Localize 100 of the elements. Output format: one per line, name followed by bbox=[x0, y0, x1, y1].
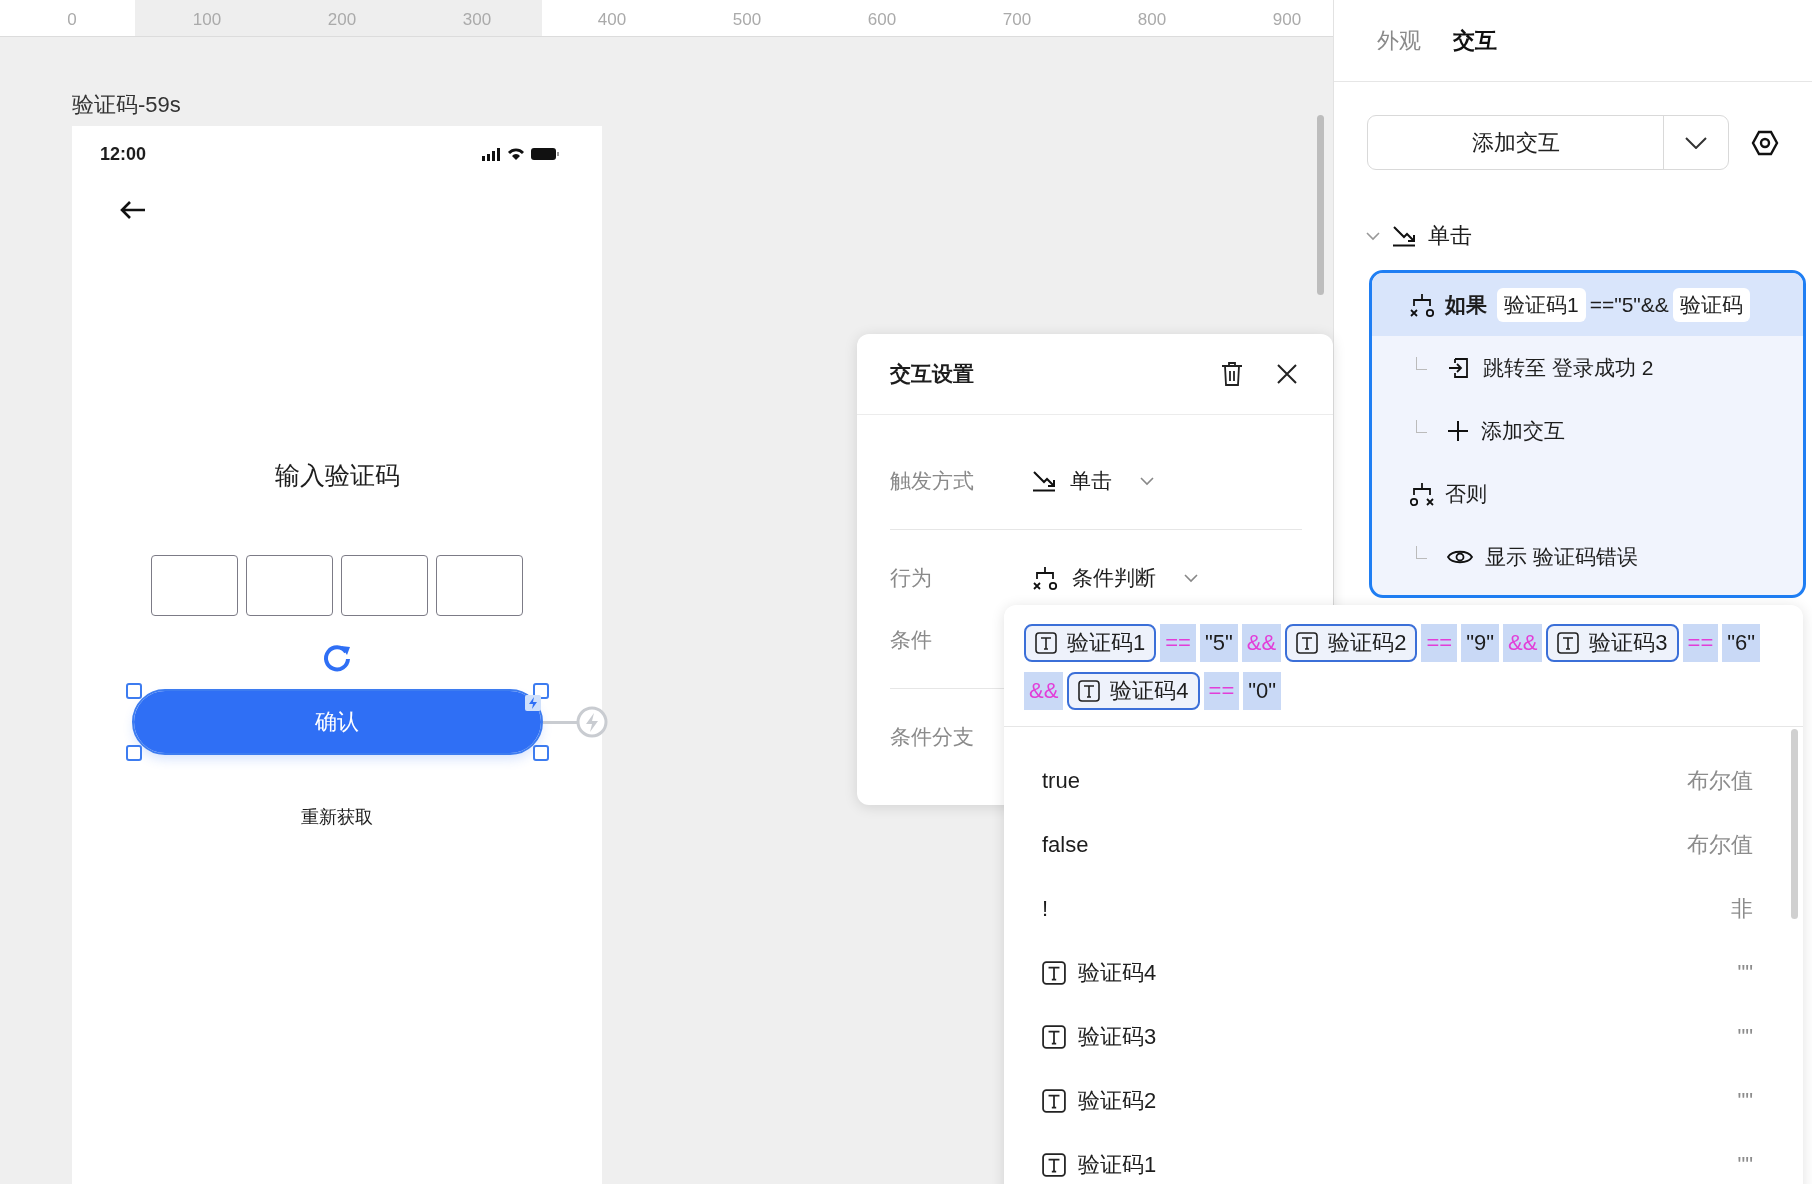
resend-link[interactable]: 重新获取 bbox=[301, 805, 373, 829]
text-field-icon bbox=[1296, 632, 1319, 654]
value-literal: "0" bbox=[1243, 672, 1282, 710]
action-label[interactable]: 添加交互 bbox=[1481, 416, 1565, 445]
text-field-icon bbox=[1035, 632, 1057, 654]
action-select[interactable]: 条件判断 bbox=[1030, 564, 1198, 592]
option-label[interactable]: 验证码2 bbox=[1078, 1086, 1726, 1116]
ruler-label: 0 bbox=[66, 10, 78, 30]
tree-connector-icon bbox=[1416, 546, 1427, 559]
option-type: 非 bbox=[1731, 895, 1753, 923]
text-field-icon bbox=[1042, 1025, 1066, 1049]
settings-icon[interactable] bbox=[1751, 128, 1779, 157]
caret-icon[interactable] bbox=[1366, 231, 1380, 241]
resize-handle[interactable] bbox=[125, 683, 142, 699]
code-input[interactable] bbox=[151, 555, 238, 616]
text-field-icon bbox=[1042, 961, 1066, 985]
field-label: 行为 bbox=[890, 565, 933, 591]
field-label: 条件分支 bbox=[890, 724, 975, 750]
operator: && bbox=[1024, 672, 1064, 710]
action-label[interactable]: 跳转至 登录成功 2 bbox=[1483, 353, 1654, 382]
ruler-label: 700 bbox=[1001, 10, 1033, 30]
tree-connector-icon bbox=[1416, 420, 1427, 433]
resize-handle[interactable] bbox=[125, 745, 142, 761]
trash-icon[interactable] bbox=[1221, 362, 1243, 386]
operator: && bbox=[1241, 624, 1282, 662]
dialog-title: 交互设置 bbox=[890, 361, 975, 387]
confirm-button[interactable]: 确认 bbox=[133, 691, 541, 753]
branch-icon bbox=[1032, 565, 1058, 591]
value-literal: "5" bbox=[1199, 624, 1238, 662]
option-label[interactable]: true bbox=[1042, 768, 1675, 794]
variable-chip: 验证码1 bbox=[1497, 287, 1586, 322]
tree-row[interactable]: 否则 bbox=[1372, 462, 1803, 525]
enter-icon bbox=[1447, 355, 1471, 380]
option-label[interactable]: 验证码3 bbox=[1078, 1022, 1726, 1052]
ruler-label: 900 bbox=[1271, 10, 1303, 30]
variable-chip[interactable]: 验证码4 bbox=[1067, 672, 1200, 710]
condition-text: =="5"&& bbox=[1589, 292, 1669, 317]
signal-icon bbox=[481, 147, 501, 161]
wifi-icon bbox=[507, 147, 525, 161]
battery-icon bbox=[531, 148, 560, 160]
ruler-label: 500 bbox=[731, 10, 763, 30]
expression-field[interactable]: 验证码1 == "5" && 验证码2 == "9" && 验证码3 == "6" && 验证码4 == "0" bbox=[1004, 605, 1803, 727]
option-label[interactable]: false bbox=[1042, 832, 1675, 858]
ruler-label: 600 bbox=[866, 10, 898, 30]
page-title: 输入验证码 bbox=[274, 460, 400, 491]
trigger-select[interactable]: 单击 bbox=[1030, 467, 1154, 495]
tree-connector-icon bbox=[1416, 357, 1427, 370]
caret-icon bbox=[1685, 136, 1707, 149]
ruler-label: 800 bbox=[1136, 10, 1168, 30]
text-field-icon bbox=[1557, 632, 1580, 654]
operator: == bbox=[1682, 624, 1719, 662]
trigger-label[interactable]: 单击 bbox=[1428, 221, 1472, 251]
caret-icon bbox=[1184, 573, 1198, 583]
ruler-label: 300 bbox=[461, 10, 493, 30]
field-label: 条件 bbox=[890, 627, 933, 653]
branch-label: 如果 bbox=[1445, 291, 1487, 318]
ruler-label: 200 bbox=[326, 10, 358, 30]
operator: == bbox=[1203, 672, 1240, 710]
leader-line bbox=[542, 721, 577, 724]
option-type: "" bbox=[1737, 1152, 1753, 1178]
branch-label: 否则 bbox=[1445, 480, 1487, 507]
option-type: "" bbox=[1737, 1088, 1753, 1114]
variable-chip: 验证码 bbox=[1672, 287, 1750, 322]
option-label[interactable]: 验证码4 bbox=[1078, 958, 1726, 988]
plus-icon bbox=[1447, 419, 1469, 442]
value-literal: "6" bbox=[1722, 624, 1761, 662]
operator: && bbox=[1503, 624, 1543, 662]
variable-chip[interactable]: 验证码2 bbox=[1285, 624, 1418, 662]
status-time: 12:00 bbox=[100, 143, 147, 165]
option-label[interactable]: ! bbox=[1042, 896, 1719, 922]
resize-handle[interactable] bbox=[532, 745, 549, 761]
branch-icon bbox=[1409, 480, 1435, 507]
variable-chip[interactable]: 验证码1 bbox=[1024, 624, 1157, 662]
back-arrow-icon[interactable] bbox=[120, 200, 146, 220]
action-label[interactable]: 显示 验证码错误 bbox=[1485, 542, 1638, 571]
close-icon[interactable] bbox=[1277, 364, 1297, 384]
value-literal: "9" bbox=[1461, 624, 1499, 662]
text-field-icon bbox=[1078, 680, 1101, 702]
panel-tab[interactable]: 交互 bbox=[1453, 25, 1497, 56]
option-type: 布尔值 bbox=[1687, 831, 1753, 859]
variable-chip[interactable]: 验证码3 bbox=[1546, 624, 1679, 662]
option-type: 布尔值 bbox=[1687, 767, 1753, 795]
ruler-label: 400 bbox=[596, 10, 628, 30]
code-input[interactable] bbox=[246, 555, 333, 616]
code-input[interactable] bbox=[341, 555, 428, 616]
option-type: "" bbox=[1737, 960, 1753, 986]
option-label[interactable]: 验证码1 bbox=[1078, 1150, 1726, 1180]
text-field-icon bbox=[1042, 1153, 1066, 1177]
tree-row[interactable]: 如果 验证码1 =="5"&& 验证码 bbox=[1372, 273, 1803, 336]
frame-label: 验证码-59s bbox=[72, 91, 181, 119]
text-field-icon bbox=[1042, 1089, 1066, 1113]
ruler-label: 100 bbox=[191, 10, 223, 30]
click-trigger-icon bbox=[1032, 470, 1056, 492]
scrollbar[interactable] bbox=[1791, 729, 1798, 919]
code-input[interactable] bbox=[436, 555, 523, 616]
add-interaction-button[interactable]: 添加交互 bbox=[1368, 116, 1663, 169]
scrollbar[interactable] bbox=[1317, 115, 1324, 295]
operator: == bbox=[1421, 624, 1458, 662]
refresh-icon[interactable] bbox=[322, 643, 352, 673]
click-trigger-icon bbox=[1392, 225, 1416, 247]
